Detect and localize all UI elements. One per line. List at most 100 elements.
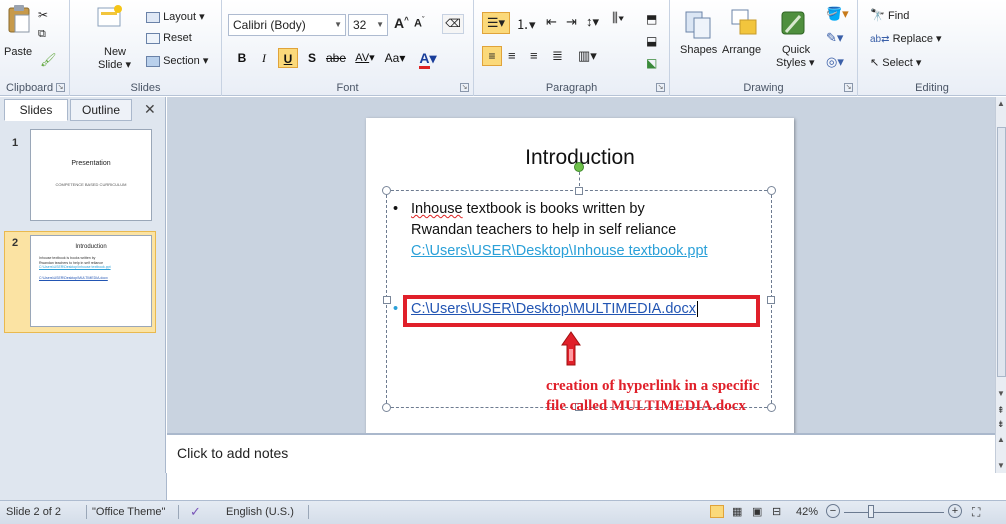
rotate-handle-stem <box>579 172 580 186</box>
paste-icon <box>8 5 30 33</box>
shrink-font-icon[interactable]: Aˇ <box>414 17 424 30</box>
slide-thumbnail-1[interactable]: Presentation COMPETENCE BASED CURRICULUM <box>30 129 152 221</box>
shapes-button[interactable] <box>684 6 714 40</box>
font-family-select[interactable]: Calibri (Body) ▼ <box>228 14 346 36</box>
font-color-button[interactable]: A▾ <box>416 48 440 69</box>
grow-font-icon[interactable]: A^ <box>394 15 409 31</box>
clear-formatting-icon[interactable]: ⌫ <box>442 14 464 34</box>
resize-handle[interactable] <box>383 296 391 304</box>
paragraph-launcher-icon[interactable]: ↘ <box>656 83 665 92</box>
paste-button[interactable] <box>6 4 32 34</box>
numbering-icon[interactable]: ⒈▾ <box>516 14 536 33</box>
reading-view-icon[interactable]: ▣ <box>752 501 762 523</box>
new-slide-button[interactable] <box>96 4 124 30</box>
tab-slides[interactable]: Slides <box>4 99 68 121</box>
align-center-icon[interactable]: ≡ <box>508 48 516 63</box>
clipboard-launcher-icon[interactable]: ↘ <box>56 83 65 92</box>
zoom-level[interactable]: 42% <box>796 501 818 523</box>
previous-slide-icon[interactable]: ⇞ <box>997 405 1005 416</box>
line-spacing-icon[interactable]: ↕▾ <box>586 14 599 30</box>
paste-label[interactable]: Paste <box>4 46 32 58</box>
new-slide-label[interactable]: New <box>104 46 126 58</box>
resize-handle[interactable] <box>382 403 391 412</box>
layout-button[interactable]: Layout ▾ <box>146 10 205 23</box>
scroll-up-icon[interactable]: ▲ <box>997 99 1005 108</box>
strikethrough-button[interactable]: abe <box>324 48 348 68</box>
find-button[interactable]: 🔭 Find <box>870 8 909 22</box>
font-size-select[interactable]: 32 ▼ <box>348 14 388 36</box>
bullets-icon[interactable]: ☰▾ <box>482 12 510 34</box>
slide-thumbnail-2[interactable]: Introduction Inhouse textbook is books w… <box>30 235 152 327</box>
tab-outline[interactable]: Outline <box>70 99 132 121</box>
scroll-up-icon[interactable]: ▲ <box>997 435 1005 444</box>
rotate-handle[interactable] <box>574 162 584 172</box>
drawing-launcher-icon[interactable]: ↘ <box>844 83 853 92</box>
shape-fill-icon[interactable]: 🪣▾ <box>826 6 849 22</box>
bold-button[interactable]: B <box>234 48 250 68</box>
font-launcher-icon[interactable]: ↘ <box>460 83 469 92</box>
zoom-out-icon[interactable]: − <box>826 504 840 518</box>
font-color-label: A <box>419 50 430 69</box>
new-slide-label-2[interactable]: Slide ▾ <box>98 58 131 71</box>
character-spacing-button[interactable]: AV▾ <box>352 48 378 68</box>
thumb-2-line-3: C:\Users\USER\Desktop\Inhouse textbook.p… <box>39 265 111 269</box>
normal-view-icon[interactable] <box>710 505 724 518</box>
scroll-down-icon[interactable]: ▼ <box>997 389 1005 398</box>
resize-handle[interactable] <box>575 187 583 195</box>
proofing-icon[interactable]: ✓ <box>190 501 201 523</box>
decrease-indent-icon[interactable]: ⇤ <box>546 14 557 30</box>
slide-count-status[interactable]: Slide 2 of 2 <box>6 501 61 523</box>
quick-styles-button[interactable] <box>778 6 810 40</box>
scroll-thumb[interactable] <box>997 127 1006 377</box>
editor-scrollbar[interactable]: ▲ ▼ ⇞ ⇟ <box>995 97 1006 433</box>
columns-layout-icon[interactable]: ▥▾ <box>578 48 597 64</box>
align-right-icon[interactable]: ≡ <box>530 48 538 63</box>
language-status[interactable]: English (U.S.) <box>226 501 294 523</box>
shadow-button[interactable]: S <box>304 48 320 68</box>
zoom-in-icon[interactable]: + <box>948 504 962 518</box>
smartart-icon[interactable]: ⬕ <box>646 56 657 70</box>
fit-to-window-icon[interactable]: ⛶ <box>972 501 980 523</box>
zoom-slider-thumb[interactable] <box>868 505 874 518</box>
change-case-button[interactable]: Aa▾ <box>382 48 408 68</box>
scroll-down-icon[interactable]: ▼ <box>997 461 1005 470</box>
replace-button[interactable]: ab⇄ Replace ▾ <box>870 32 942 45</box>
resize-handle[interactable] <box>767 403 776 412</box>
copy-icon[interactable]: ⧉ <box>38 28 46 41</box>
slide-sorter-icon[interactable]: ▦ <box>732 501 742 523</box>
italic-button[interactable]: I <box>256 48 272 68</box>
reset-button[interactable]: Reset <box>146 32 192 44</box>
slide-canvas[interactable]: Introduction • Inhouse textbook is books… <box>366 118 794 438</box>
resize-handle[interactable] <box>382 186 391 195</box>
text-direction-icon[interactable]: ⬒ <box>646 12 657 26</box>
layout-icon <box>146 11 160 23</box>
slideshow-icon[interactable]: ⊟ <box>772 501 781 523</box>
arrow-up-icon <box>561 331 581 366</box>
close-pane-icon[interactable]: ✕ <box>144 101 156 118</box>
cut-icon[interactable]: ✂ <box>38 8 48 22</box>
section-button[interactable]: Section ▾ <box>146 54 208 67</box>
bullet-1[interactable]: • Inhouse textbook is books written by R… <box>393 199 771 262</box>
resize-handle[interactable] <box>767 186 776 195</box>
align-left-icon[interactable]: ≡ <box>482 46 502 66</box>
thumb-2-body: Inhouse textbook is books written by Rwa… <box>39 256 111 280</box>
align-text-icon[interactable]: ⬓ <box>646 34 657 48</box>
justify-icon[interactable]: ≣ <box>552 48 563 64</box>
resize-handle[interactable] <box>767 296 775 304</box>
arrange-button[interactable] <box>728 6 760 40</box>
shape-outline-icon[interactable]: ✎▾ <box>826 30 843 46</box>
increase-indent-icon[interactable]: ⇥ <box>566 14 577 30</box>
hyperlink-inhouse-textbook[interactable]: C:\Users\USER\Desktop\Inhouse textbook.p… <box>411 241 771 262</box>
columns-icon[interactable]: ⫼▾ <box>612 10 624 26</box>
notes-placeholder[interactable]: Click to add notes <box>177 445 288 461</box>
underline-button[interactable]: U <box>278 48 298 68</box>
format-painter-icon[interactable]: 🖌 <box>40 52 57 68</box>
select-button[interactable]: ↖ Select ▾ <box>870 56 921 69</box>
theme-status[interactable]: "Office Theme" <box>92 501 165 523</box>
zoom-slider-track[interactable] <box>844 512 944 513</box>
shape-effects-icon[interactable]: ◎▾ <box>826 54 844 70</box>
notes-scrollbar[interactable]: ▲ ▼ <box>995 433 1006 473</box>
notes-pane[interactable]: Click to add notes <box>167 433 995 473</box>
next-slide-icon[interactable]: ⇟ <box>997 419 1005 430</box>
drawing-group: Shapes Arrange Quick Styles ▾ 🪣▾ ✎▾ ◎▾ D… <box>670 0 858 96</box>
